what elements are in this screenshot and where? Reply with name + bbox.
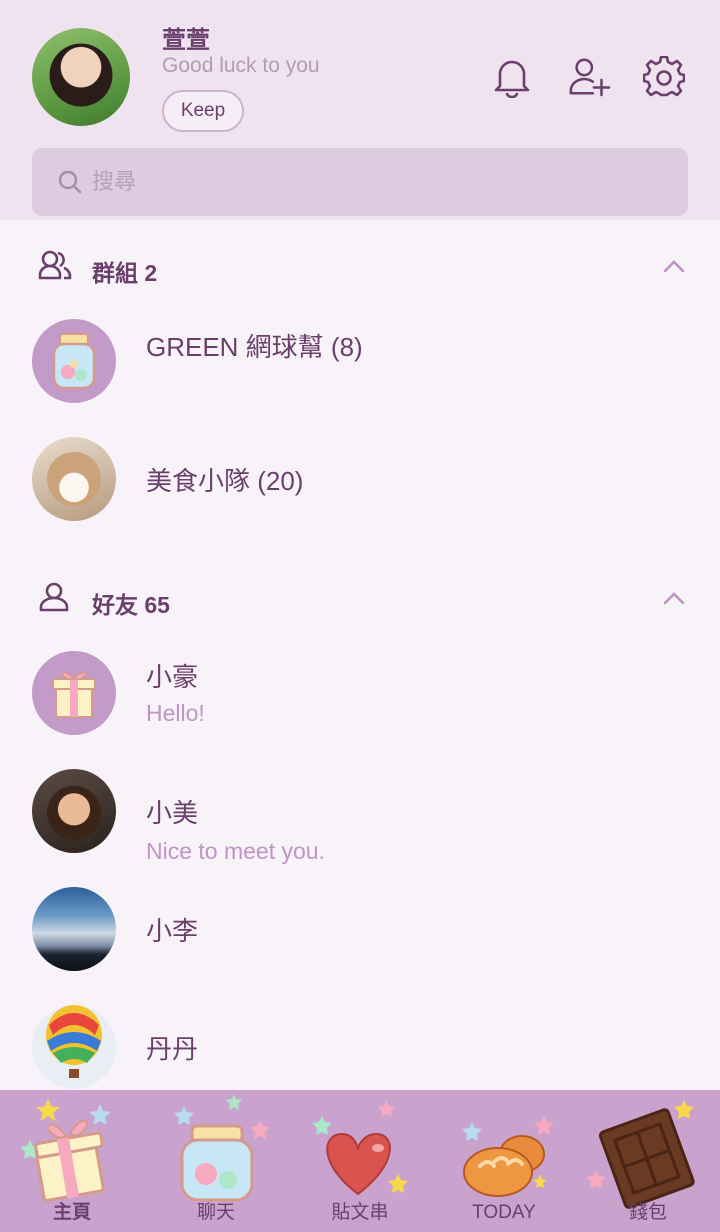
keep-button[interactable]: Keep	[162, 90, 244, 132]
nav-today-label: TODAY	[472, 1202, 536, 1223]
search-input[interactable]	[92, 148, 652, 216]
profile-status-message[interactable]: Good luck to you	[162, 54, 320, 78]
friend-name: 丹丹	[146, 1034, 199, 1064]
nav-home[interactable]: 主頁	[0, 1090, 144, 1232]
search-bar[interactable]	[32, 148, 688, 216]
add-friend-icon[interactable]	[568, 55, 612, 99]
friend-row[interactable]: 小李	[0, 887, 720, 1005]
gift-box-avatar	[32, 651, 116, 735]
groups-section-title: 群組 2	[92, 260, 158, 286]
group-row[interactable]: 美食小隊 (20)	[0, 437, 720, 555]
balloon-photo-avatar	[32, 1005, 116, 1089]
nav-wallet[interactable]: 錢包	[576, 1090, 720, 1232]
friends-section-title: 好友 65	[92, 592, 170, 618]
nav-chat-label: 聊天	[196, 1202, 235, 1223]
sky-photo-avatar	[32, 887, 116, 971]
groups-section-header[interactable]: 群組 2	[0, 236, 720, 296]
group-name: 美食小隊 (20)	[146, 466, 304, 496]
friend-status-message: Hello!	[146, 700, 205, 726]
profile-header: 萱萱 Good luck to you Keep	[0, 0, 720, 220]
friend-row[interactable]: 小豪 Hello!	[0, 651, 720, 769]
friend-icon	[39, 582, 69, 612]
friend-status-message: Nice to meet you.	[146, 838, 325, 864]
settings-gear-icon[interactable]	[642, 55, 686, 99]
friend-row[interactable]: 小美 Nice to meet you.	[0, 769, 720, 887]
nav-timeline-label: 貼文串	[331, 1202, 389, 1223]
bottom-navigation: 主頁 聊天 貼文串 TODAY 錢包	[0, 1090, 720, 1232]
nav-home-label: 主頁	[52, 1202, 91, 1223]
friend-name: 小豪	[146, 662, 199, 692]
candy-jar-avatar	[32, 319, 116, 403]
nav-chat[interactable]: 聊天	[144, 1090, 288, 1232]
nav-timeline[interactable]: 貼文串	[288, 1090, 432, 1232]
bell-icon[interactable]	[490, 55, 534, 99]
nav-today[interactable]: TODAY	[432, 1090, 576, 1232]
search-icon	[58, 170, 82, 194]
group-row[interactable]: GREEN 網球幫 (8)	[0, 319, 720, 437]
cat-photo-avatar	[32, 437, 116, 521]
friend-name: 小美	[146, 798, 199, 828]
chevron-up-icon[interactable]	[662, 258, 686, 274]
friends-section-header[interactable]: 好友 65	[0, 568, 720, 628]
profile-name[interactable]: 萱萱	[162, 20, 210, 55]
woman-photo-avatar	[32, 769, 116, 853]
nav-wallet-label: 錢包	[628, 1202, 667, 1223]
friend-name: 小李	[146, 916, 199, 946]
group-icon	[38, 250, 72, 280]
chevron-up-icon[interactable]	[662, 590, 686, 606]
group-name: GREEN 網球幫 (8)	[146, 332, 363, 362]
profile-avatar[interactable]	[32, 28, 130, 126]
